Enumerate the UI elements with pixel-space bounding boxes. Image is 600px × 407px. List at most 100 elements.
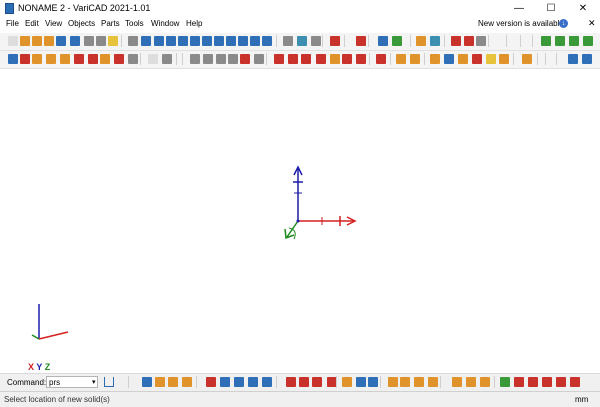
tool-icon[interactable]	[248, 377, 258, 387]
tool-icon[interactable]	[396, 54, 406, 64]
tool-icon[interactable]	[542, 377, 552, 387]
zoom-in-icon[interactable]	[541, 36, 551, 46]
tool-icon[interactable]	[312, 377, 322, 387]
minimize-button[interactable]: —	[503, 0, 535, 17]
tool-icon[interactable]	[216, 54, 226, 64]
tool-icon[interactable]	[342, 54, 352, 64]
tool-icon[interactable]	[568, 54, 578, 64]
tool-icon[interactable]	[472, 54, 482, 64]
tool-icon[interactable]	[444, 54, 454, 64]
tool-icon[interactable]	[74, 54, 84, 64]
tool-icon[interactable]	[452, 377, 462, 387]
tool-icon[interactable]	[392, 36, 402, 46]
tool-icon[interactable]	[202, 36, 212, 46]
tool-icon[interactable]	[378, 36, 388, 46]
tool-icon[interactable]	[458, 54, 468, 64]
tool-icon[interactable]	[182, 377, 192, 387]
tool-icon[interactable]	[70, 36, 80, 46]
tool-icon[interactable]	[428, 377, 438, 387]
tool-icon[interactable]	[100, 54, 110, 64]
zoom-out-icon[interactable]	[555, 36, 565, 46]
tool-icon[interactable]	[141, 36, 151, 46]
tool-icon[interactable]	[299, 377, 309, 387]
tool-icon[interactable]	[430, 54, 440, 64]
tool-icon[interactable]	[148, 54, 158, 64]
tool-icon[interactable]	[330, 54, 340, 64]
tool-icon[interactable]	[262, 36, 272, 46]
tool-icon[interactable]	[190, 36, 200, 46]
tool-icon[interactable]	[416, 36, 426, 46]
tool-icon[interactable]	[356, 36, 366, 46]
tool-icon[interactable]	[46, 54, 56, 64]
tool-icon[interactable]	[114, 54, 124, 64]
tool-icon[interactable]	[238, 36, 248, 46]
tool-icon[interactable]	[8, 54, 18, 64]
tool-icon[interactable]	[32, 36, 42, 46]
tool-icon[interactable]	[356, 377, 366, 387]
tool-icon[interactable]	[330, 36, 340, 46]
tool-icon[interactable]	[203, 54, 213, 64]
units-indicator[interactable]: mm	[575, 395, 588, 404]
menu-edit[interactable]: Edit	[25, 19, 39, 28]
tool-icon[interactable]	[476, 36, 486, 46]
tool-icon[interactable]	[108, 36, 118, 46]
tool-icon[interactable]	[60, 54, 70, 64]
tool-icon[interactable]	[234, 377, 244, 387]
tool-icon[interactable]	[226, 36, 236, 46]
menu-file[interactable]: File	[6, 19, 19, 28]
menu-window[interactable]: Window	[151, 19, 179, 28]
tool-icon[interactable]	[342, 377, 352, 387]
command-input[interactable]	[46, 376, 98, 388]
tool-icon[interactable]	[514, 377, 524, 387]
tool-icon[interactable]	[214, 36, 224, 46]
save-icon[interactable]	[56, 36, 66, 46]
tool-icon[interactable]	[283, 36, 293, 46]
tool-icon[interactable]	[288, 54, 298, 64]
tool-icon[interactable]	[414, 377, 424, 387]
command-dropdown-icon[interactable]: ▾	[92, 378, 96, 386]
tool-icon[interactable]	[569, 36, 579, 46]
tool-icon[interactable]	[356, 54, 366, 64]
tool-icon[interactable]	[388, 377, 398, 387]
tool-icon[interactable]	[84, 36, 94, 46]
tool-icon[interactable]	[128, 36, 138, 46]
tool-icon[interactable]	[162, 54, 172, 64]
menu-parts[interactable]: Parts	[101, 19, 120, 28]
tool-icon[interactable]	[32, 54, 42, 64]
tool-icon[interactable]	[311, 36, 321, 46]
tool-icon[interactable]	[368, 377, 378, 387]
open-folder-icon[interactable]	[20, 36, 30, 46]
center-axis-gizmo[interactable]	[284, 165, 357, 240]
tool-icon[interactable]	[583, 36, 593, 46]
tool-icon[interactable]	[582, 54, 592, 64]
tool-icon[interactable]	[297, 36, 307, 46]
tool-icon[interactable]	[464, 36, 474, 46]
tool-icon[interactable]	[430, 36, 440, 46]
tool-icon[interactable]	[480, 377, 490, 387]
tool-icon[interactable]	[142, 377, 152, 387]
tool-icon[interactable]	[376, 54, 386, 64]
tool-icon[interactable]	[88, 54, 98, 64]
tool-icon[interactable]	[286, 377, 296, 387]
tool-icon[interactable]	[400, 377, 410, 387]
tool-icon[interactable]	[154, 36, 164, 46]
tool-icon[interactable]	[168, 377, 178, 387]
tool-icon[interactable]	[220, 377, 230, 387]
tool-icon[interactable]	[250, 36, 260, 46]
tool-icon[interactable]	[254, 54, 264, 64]
tool-icon[interactable]	[44, 36, 54, 46]
tool-icon[interactable]	[301, 54, 311, 64]
tool-icon[interactable]	[499, 54, 509, 64]
tool-icon[interactable]	[570, 377, 580, 387]
execute-command-icon[interactable]	[104, 377, 114, 387]
tool-icon[interactable]	[451, 36, 461, 46]
tool-icon[interactable]	[262, 377, 272, 387]
tool-icon[interactable]	[178, 36, 188, 46]
tool-icon[interactable]	[522, 54, 532, 64]
tool-icon[interactable]	[20, 54, 30, 64]
download-icon[interactable]: ↓	[559, 19, 568, 28]
tool-icon[interactable]	[96, 36, 106, 46]
tool-icon[interactable]	[240, 54, 250, 64]
drawing-canvas[interactable]	[0, 69, 600, 373]
tool-icon[interactable]	[206, 377, 216, 387]
